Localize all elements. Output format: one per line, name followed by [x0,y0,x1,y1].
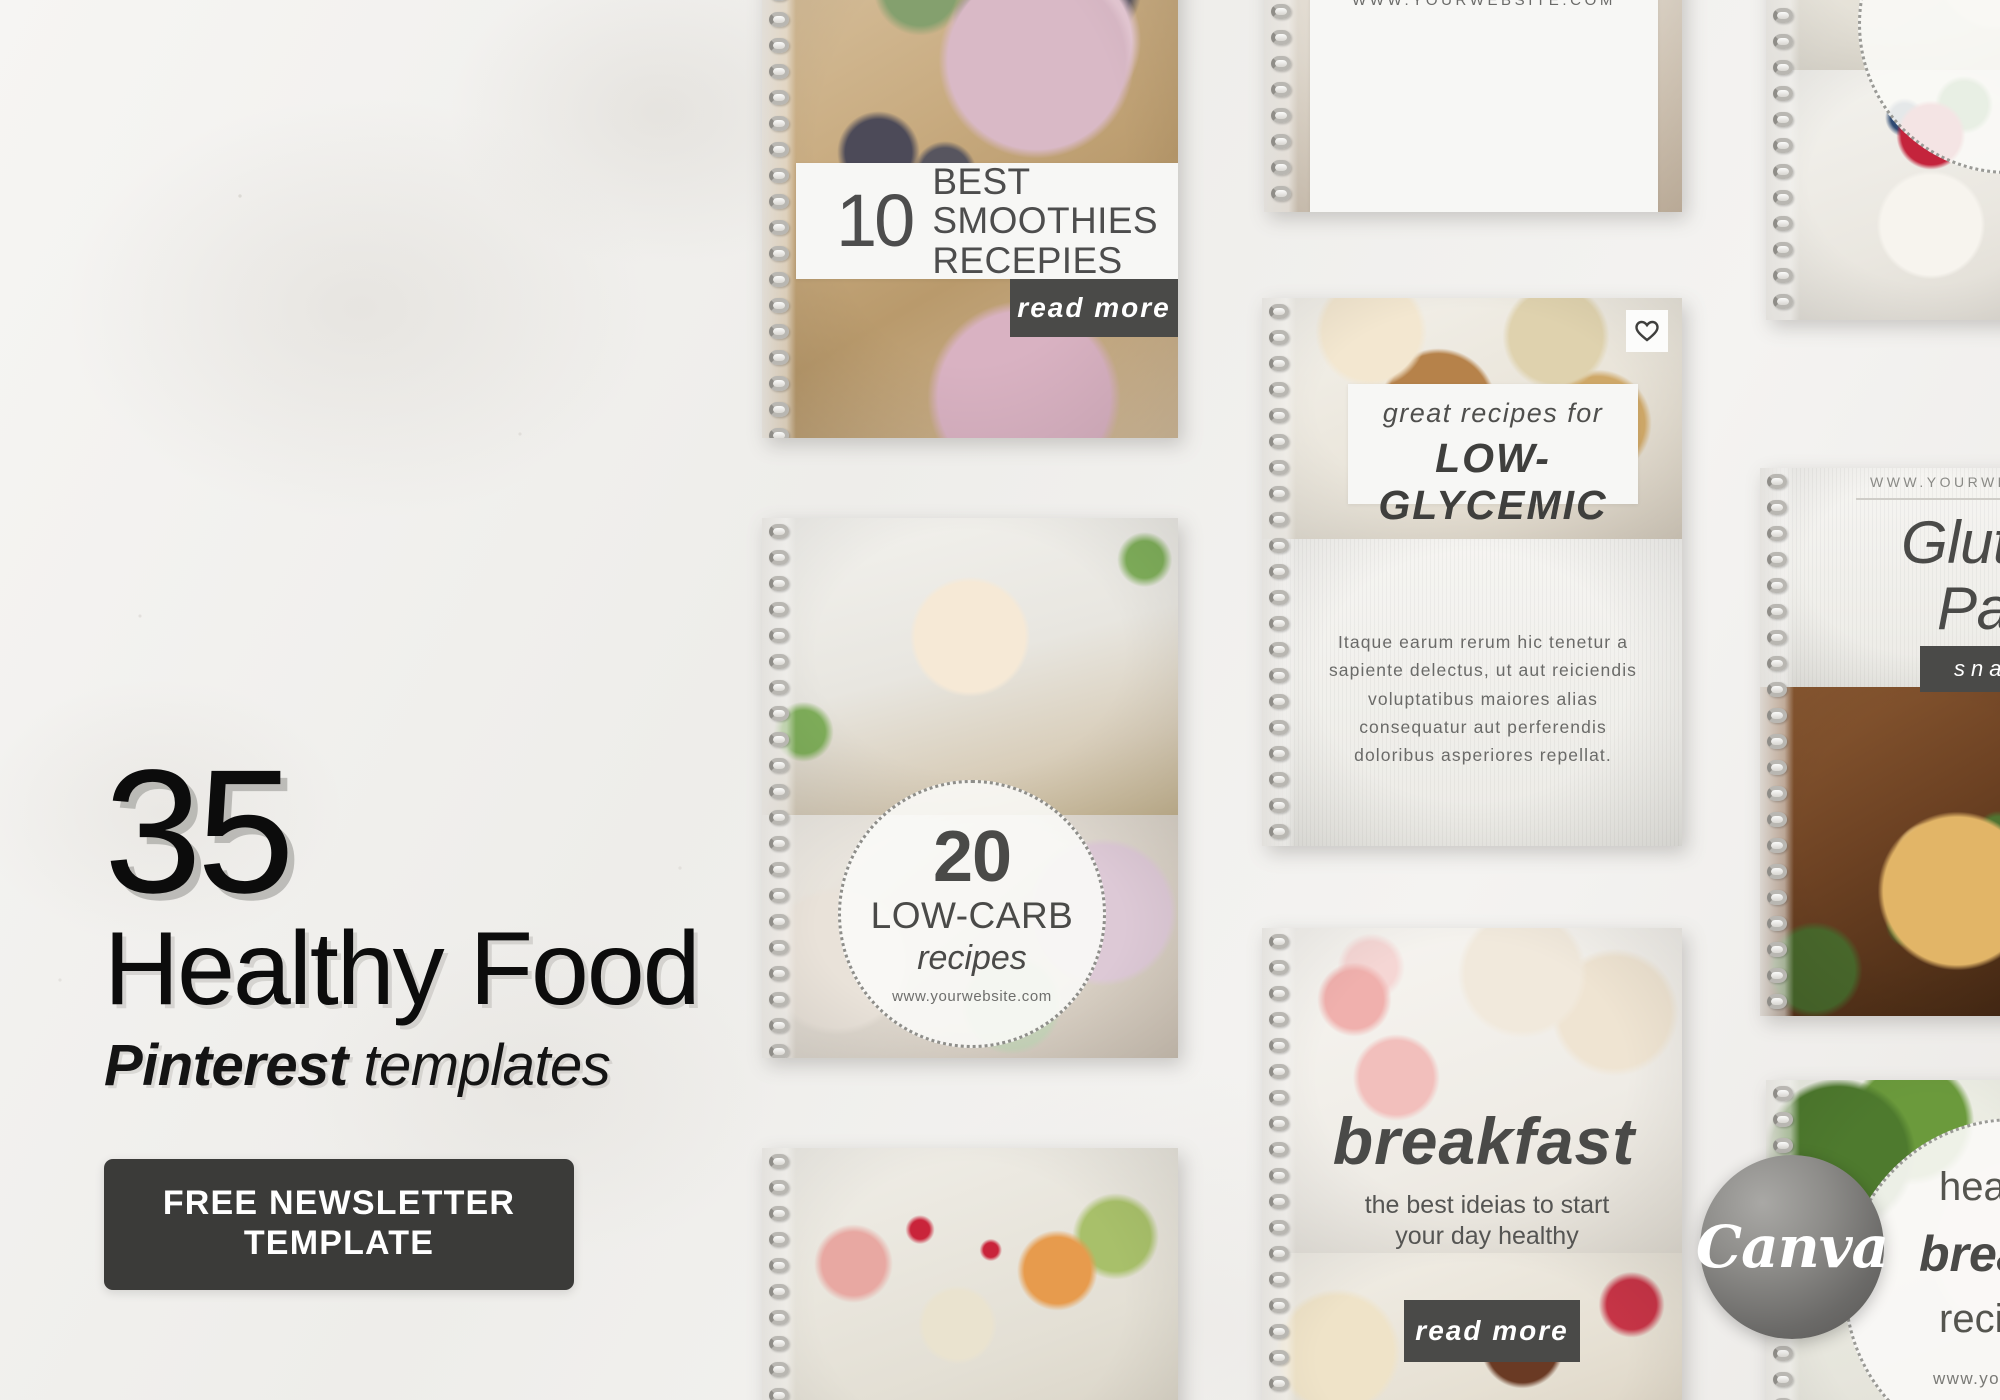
card-breakfast-title: breakfast [1332,1104,1636,1178]
headline-title: Healthy Food [104,911,701,1028]
card-bottom-right-breakfast-url: www.yourwe [1933,1369,2000,1388]
card-low-carb-url: www.yourwebsite.com [892,988,1052,1006]
card-low-carb-line1: LOW-CARB [870,895,1074,937]
headline-block: 35 Healthy Food Pinterest templates FREE… [104,734,764,1290]
card-yogurt-label: Yogurt Recipes WWW.YOURWEBSITE.COM [1310,0,1658,212]
card-smoothies-label: 10 BEST SMOOTHIES RECEPIES [796,161,1178,281]
poster-canvas: 10 BEST SMOOTHIES RECEPIES read more 20 … [0,0,2000,1400]
card-low-glycemic-title: LOW-GLYCEMIC [1378,435,1608,528]
card-yogurt[interactable]: Yogurt Recipes WWW.YOURWEBSITE.COM FOOD … [1264,0,1682,212]
save-pin-button[interactable] [1626,310,1668,352]
card-smoothies-title: BEST SMOOTHIES RECEPIES [932,161,1158,281]
card-bottom-right-breakfast-line2: break [1919,1226,2000,1282]
card-low-carb[interactable]: 20 LOW-CARB recipes www.yourwebsite.com [762,518,1178,1058]
card-bottom-right-breakfast-line3: recip [1939,1297,2000,1341]
card-gluten-pasta[interactable]: WWW.YOURWE Gluten Pas snack [1760,468,2000,1016]
card-top-right-recipes[interactable]: recip www.yourwe [1766,0,2000,320]
card-yogurt-url: WWW.YOURWEBSITE.COM [1352,0,1616,9]
card-gluten-pasta-photo [1760,687,2000,1016]
card-low-carb-seal: 20 LOW-CARB recipes www.yourwebsite.com [838,780,1106,1048]
free-newsletter-template-button[interactable]: FREE NEWSLETTER TEMPLATE [104,1159,574,1290]
canva-badge[interactable]: Canva [1696,1155,1889,1339]
card-gluten-pasta-url: WWW.YOURWE [1870,474,2000,490]
headline-subtitle: Pinterest templates [104,1033,764,1099]
card-breakfast-read-more-button[interactable]: read more [1404,1300,1580,1362]
card-gluten-pasta-rule [1856,498,2000,500]
card-low-glycemic-label: great recipes for LOW-GLYCEMIC [1348,384,1638,528]
card-low-carb-photo-top [762,518,1178,815]
headline-subtitle-light: templates [363,1033,611,1099]
cta-line-2: TEMPLATE [243,1224,435,1263]
card-smoothies-number: 10 [836,179,915,262]
cta-line-1: FREE NEWSLETTER [162,1184,516,1223]
headline-count: 35 [104,734,295,930]
card-bottom-right-breakfast-line1: heal [1939,1165,2000,1209]
canva-label: Canva [1695,1213,1889,1281]
card-low-glycemic-subtitle: great recipes for [1382,398,1604,428]
card-gluten-pasta-tag: snack [1920,646,2000,692]
card-vegetarian-photo [762,1148,1178,1400]
card-vegetarian[interactable]: VEGETARIAN [762,1148,1178,1400]
card-breakfast[interactable]: breakfast the best ideias to start your … [1262,928,1682,1400]
card-low-carb-line2: recipes [917,939,1027,978]
heart-icon [1635,320,1659,342]
card-breakfast-subtitle: the best ideias to start your day health… [1364,1191,1610,1250]
card-low-glycemic-body: Itaque earum rerum hic tenetur a sapient… [1328,632,1638,766]
card-gluten-pasta-title: Gluten Pas [1901,509,2000,642]
card-smoothies-read-more-button[interactable]: read more [1010,279,1178,337]
card-low-glycemic[interactable]: great recipes for LOW-GLYCEMIC Itaque ea… [1262,298,1682,846]
card-gluten-pasta-tag-label: snack [1954,656,2000,681]
headline-subtitle-accent: Pinterest [104,1033,348,1099]
card-smoothies[interactable]: 10 BEST SMOOTHIES RECEPIES read more [762,0,1178,438]
card-low-carb-number: 20 [932,816,1012,897]
